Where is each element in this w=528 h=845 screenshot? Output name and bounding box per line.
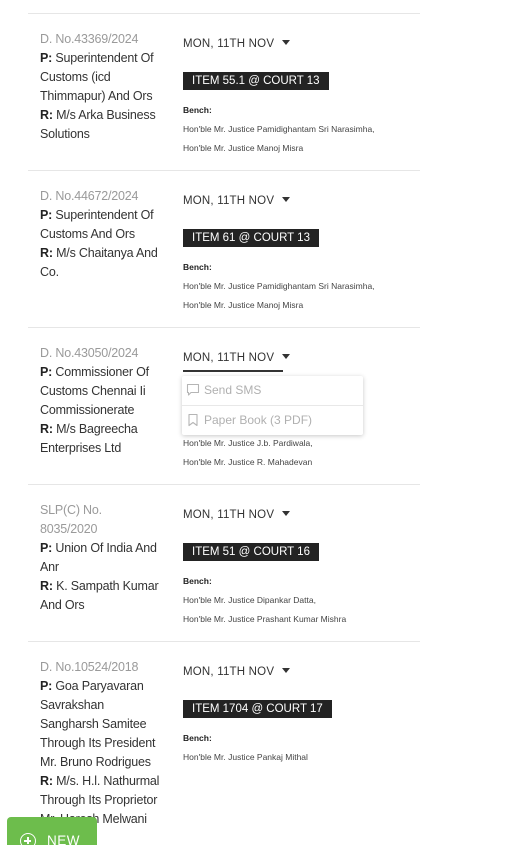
dropdown-active-underline: [183, 370, 283, 372]
listing-date: MON, 11TH NOV: [183, 352, 275, 364]
judge-name: Hon'ble Mr. Justice J.b. Pardiwala,: [183, 438, 313, 448]
petitioner-name: Union Of India And Anr: [40, 541, 157, 574]
judge-name: Hon'ble Mr. Justice Pamidighantam Sri Na…: [183, 124, 375, 134]
paper-book-label: Paper Book (3 PDF): [204, 413, 313, 427]
case-card[interactable]: SLP(C) No. 8035/2020 P: Union Of India A…: [28, 485, 420, 642]
listing-date: MON, 11TH NOV: [183, 509, 275, 521]
respondent-name: K. Sampath Kumar And Ors: [40, 579, 159, 612]
judge-name: Hon'ble Mr. Justice Pamidighantam Sri Na…: [183, 281, 375, 291]
caret-down-icon: [282, 40, 291, 45]
caret-down-icon: [282, 511, 291, 516]
date-dropdown-menu: Send SMS Paper Book (3 PDF): [182, 376, 363, 435]
respondent-name: M/s Arka Business Solutions: [40, 108, 156, 141]
respondent-prefix: R:: [40, 108, 53, 122]
judge-name: Hon'ble Mr. Justice R. Mahadevan: [183, 457, 313, 467]
caret-down-icon: [282, 197, 291, 202]
petitioner-prefix: P:: [40, 679, 53, 693]
case-card[interactable]: D. No.44672/2024 P: Superintendent Of Cu…: [28, 171, 420, 328]
send-sms-menu-item[interactable]: Send SMS: [182, 376, 363, 405]
case-number: D. No.43369/2024: [40, 32, 139, 46]
case-parties: D. No.43050/2024 P: Commissioner Of Cust…: [40, 344, 162, 458]
petitioner-name: Superintendent Of Customs (icd Thimmapur…: [40, 51, 154, 103]
case-number: SLP(C) No. 8035/2020: [40, 503, 102, 536]
petitioner-prefix: P:: [40, 541, 53, 555]
judge-name: Hon'ble Mr. Justice Pankaj Mithal: [183, 752, 308, 762]
listing-date: MON, 11TH NOV: [183, 195, 275, 207]
item-court-badge: ITEM 51 @ COURT 16: [183, 543, 319, 561]
caret-down-icon: [282, 668, 291, 673]
case-card[interactable]: D. No.43369/2024 P: Superintendent Of Cu…: [28, 14, 420, 171]
case-number: D. No.44672/2024: [40, 189, 139, 203]
listing-date-dropdown[interactable]: MON, 11TH NOV: [183, 509, 291, 521]
bench-label: Bench:: [183, 105, 212, 115]
judge-name: Hon'ble Mr. Justice Manoj Misra: [183, 143, 304, 153]
petitioner-name: Superintendent Of Customs And Ors: [40, 208, 154, 241]
respondent-prefix: R:: [40, 774, 53, 788]
respondent-prefix: R:: [40, 246, 53, 260]
bench-label: Bench:: [183, 576, 212, 586]
chat-bubble-icon: [186, 383, 200, 396]
plus-circle-icon: [20, 833, 36, 845]
case-number: D. No.43050/2024: [40, 346, 139, 360]
respondent-prefix: R:: [40, 422, 53, 436]
judge-name: Hon'ble Mr. Justice Manoj Misra: [183, 300, 304, 310]
send-sms-label: Send SMS: [204, 383, 262, 397]
item-court-badge: ITEM 61 @ COURT 13: [183, 229, 319, 247]
case-parties: D. No.44672/2024 P: Superintendent Of Cu…: [40, 187, 162, 282]
bench-label: Bench:: [183, 262, 212, 272]
listing-date-dropdown[interactable]: MON, 11TH NOV: [183, 666, 291, 678]
respondent-name: M/s Bagreecha Enterprises Ltd: [40, 422, 138, 455]
listing-date-dropdown[interactable]: MON, 11TH NOV: [183, 352, 291, 364]
respondent-prefix: R:: [40, 579, 53, 593]
petitioner-name: Goa Paryavaran Savrakshan Sangharsh Sami…: [40, 679, 156, 769]
case-number: D. No.10524/2018: [40, 660, 139, 674]
listing-date-dropdown[interactable]: MON, 11TH NOV: [183, 38, 291, 50]
new-button[interactable]: NEW: [7, 817, 97, 845]
new-button-label: NEW: [47, 833, 80, 845]
case-parties: SLP(C) No. 8035/2020 P: Union Of India A…: [40, 501, 162, 615]
caret-down-icon: [282, 354, 291, 359]
listing-date-dropdown[interactable]: MON, 11TH NOV: [183, 195, 291, 207]
respondent-name: M/s Chaitanya And Co.: [40, 246, 158, 279]
petitioner-prefix: P:: [40, 208, 53, 222]
listing-date: MON, 11TH NOV: [183, 666, 275, 678]
case-parties: D. No.43369/2024 P: Superintendent Of Cu…: [40, 30, 162, 144]
petitioner-name: Commissioner Of Customs Chennai Ii Commi…: [40, 365, 149, 417]
petitioner-prefix: P:: [40, 365, 53, 379]
item-court-badge: ITEM 1704 @ COURT 17: [183, 700, 332, 718]
petitioner-prefix: P:: [40, 51, 53, 65]
judge-name: Hon'ble Mr. Justice Prashant Kumar Mishr…: [183, 614, 347, 624]
paper-book-menu-item[interactable]: Paper Book (3 PDF): [182, 406, 363, 435]
judge-name: Hon'ble Mr. Justice Dipankar Datta,: [183, 595, 316, 605]
bench-label: Bench:: [183, 733, 212, 743]
item-court-badge: ITEM 55.1 @ COURT 13: [183, 72, 329, 90]
bookmark-icon: [188, 413, 198, 427]
case-card[interactable]: D. No.10524/2018 P: Goa Paryavaran Savra…: [28, 642, 420, 845]
listing-date: MON, 11TH NOV: [183, 38, 275, 50]
